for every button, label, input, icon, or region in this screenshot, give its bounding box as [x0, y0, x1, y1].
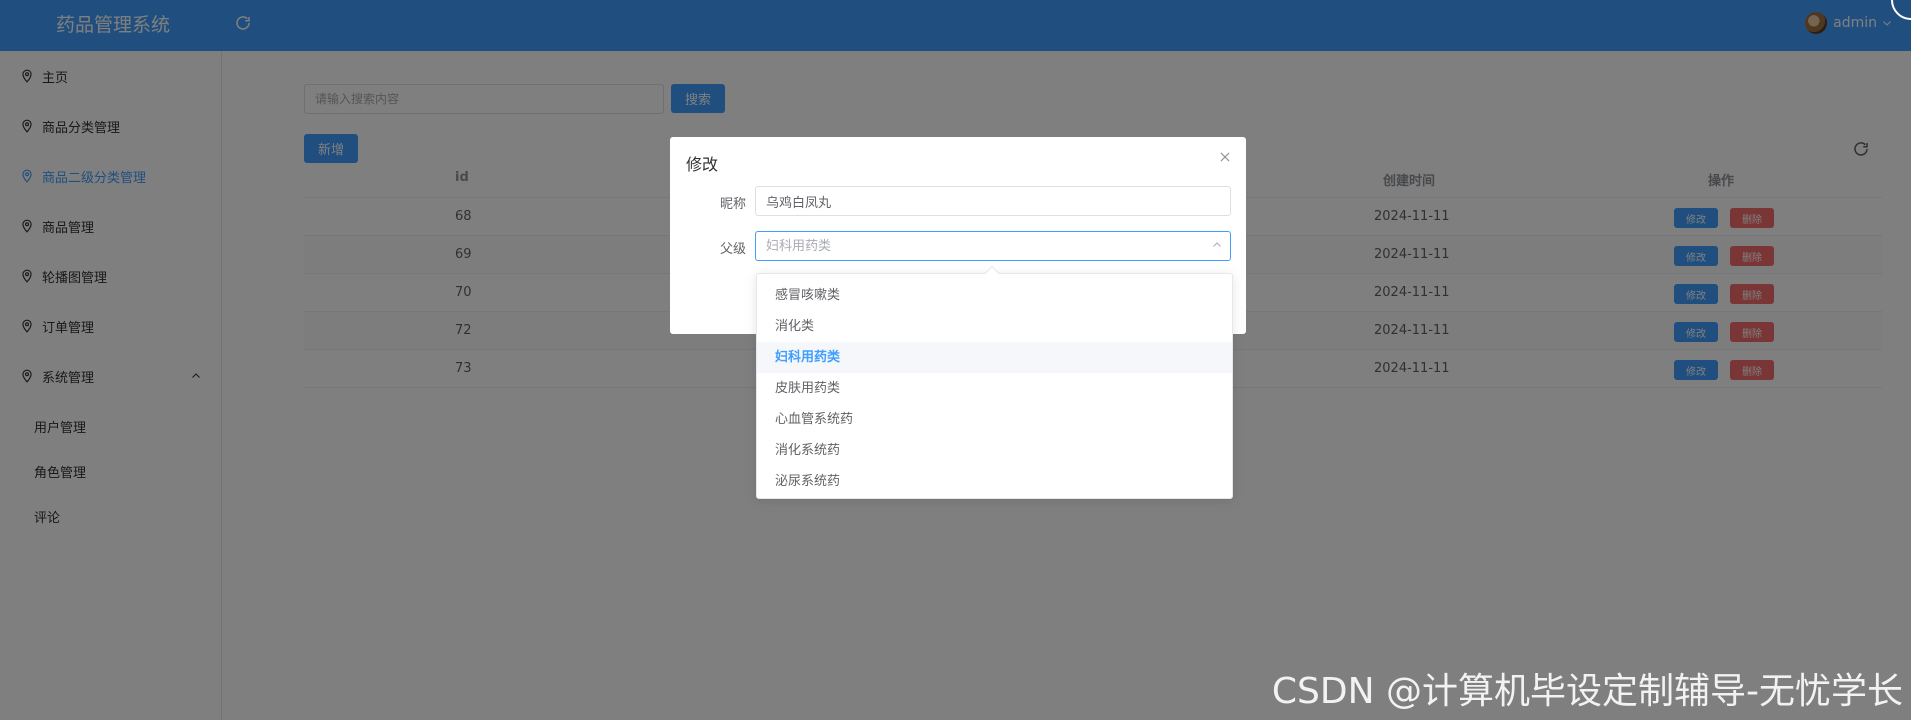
watermark: CSDN @计算机毕设定制辅导-无忧学长: [1271, 671, 1903, 712]
dropdown-option[interactable]: 心血管系统药: [757, 404, 1232, 435]
chevron-up-icon: [1213, 242, 1221, 247]
name-label: 昵称: [720, 197, 747, 212]
dialog-title: 修改: [686, 155, 719, 174]
dropdown-option[interactable]: 感冒咳嗽类: [757, 280, 1232, 311]
name-field[interactable]: [755, 186, 1231, 216]
parent-dropdown: 感冒咳嗽类 消化类 妇科用药类 皮肤用药类 心血管系统药 消化系统药 泌尿系统药: [756, 265, 1233, 499]
parent-select[interactable]: [755, 231, 1231, 261]
dropdown-option[interactable]: 皮肤用药类: [757, 373, 1232, 404]
close-icon[interactable]: [1218, 150, 1232, 164]
dropdown-option[interactable]: 消化系统药: [757, 435, 1232, 466]
dropdown-option[interactable]: 泌尿系统药: [757, 466, 1232, 497]
parent-label: 父级: [720, 242, 747, 257]
dropdown-option[interactable]: 消化类: [757, 311, 1232, 342]
dropdown-option-selected[interactable]: 妇科用药类: [757, 342, 1232, 373]
